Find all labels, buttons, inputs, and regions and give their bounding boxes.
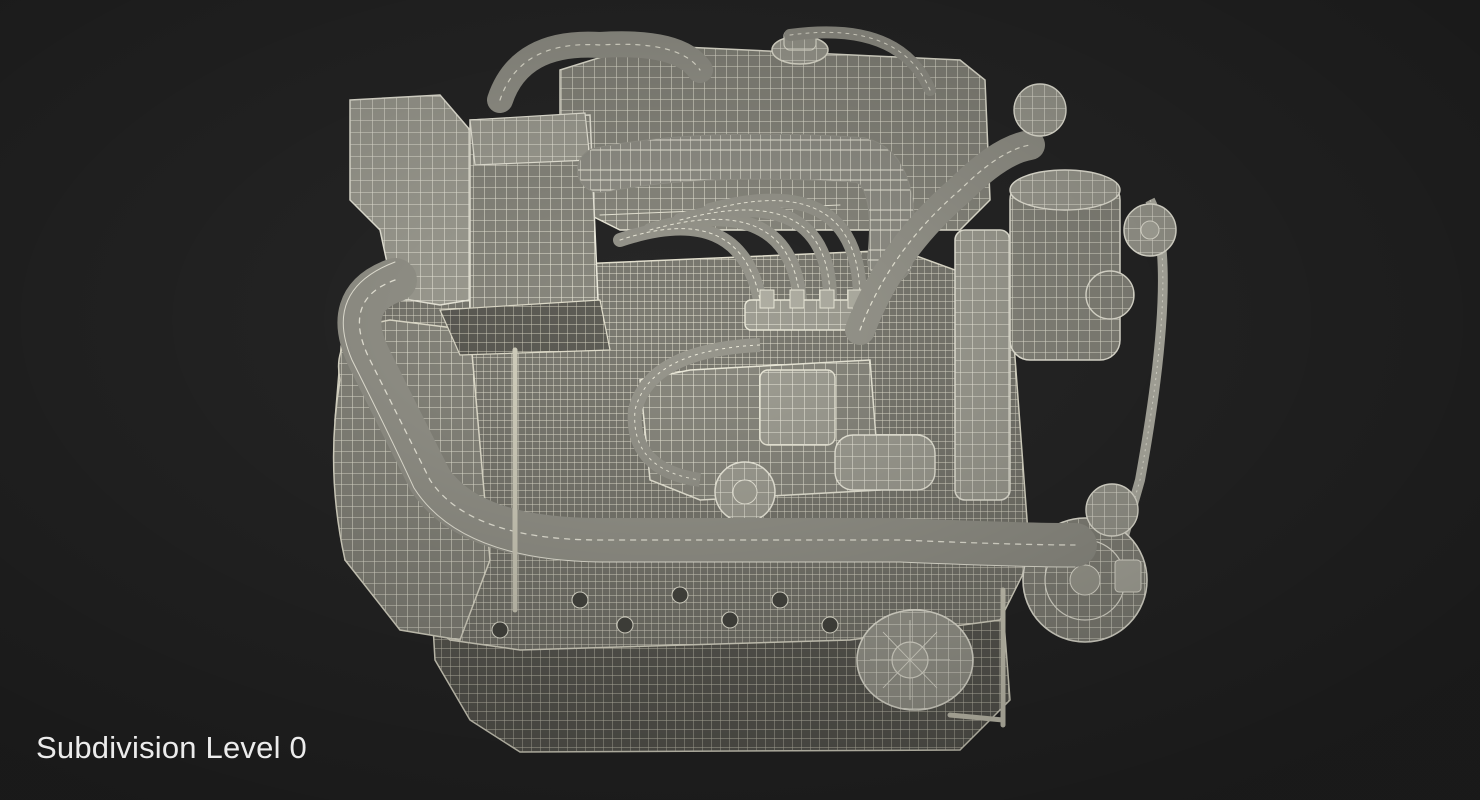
subdivision-level-caption: Subdivision Level 0 bbox=[36, 730, 307, 765]
crank-pulley bbox=[856, 609, 974, 711]
engine-wireframe-render bbox=[0, 0, 1480, 800]
viewport: Subdivision Level 0 bbox=[0, 0, 1480, 800]
